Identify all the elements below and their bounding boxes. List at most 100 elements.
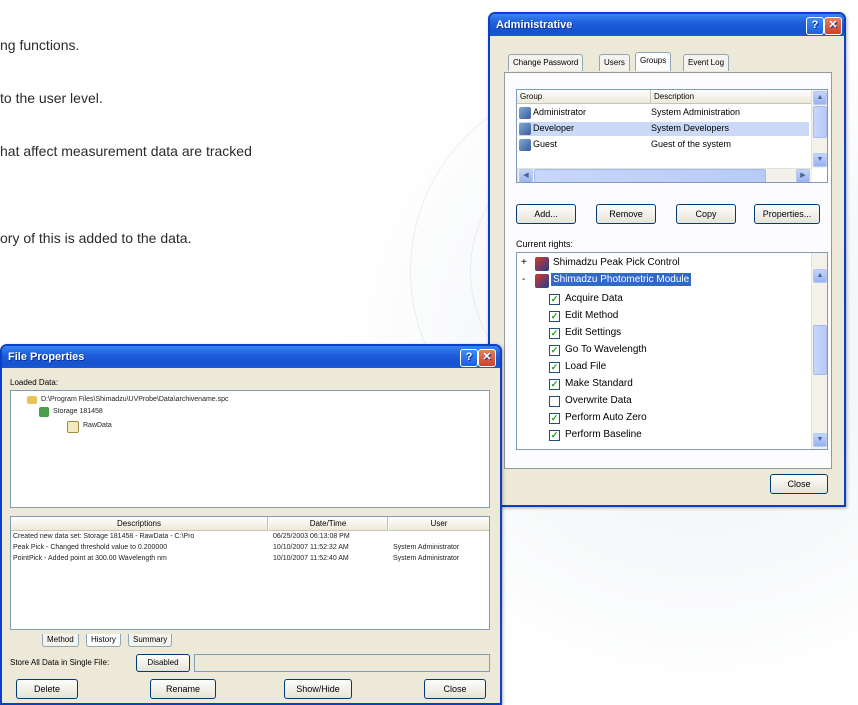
checkbox[interactable]: ✓: [549, 345, 560, 356]
checkbox[interactable]: ✓: [549, 379, 560, 390]
copy-button[interactable]: Copy: [676, 204, 736, 224]
group-description: System Developers: [651, 123, 730, 133]
checkbox[interactable]: ✓: [549, 328, 560, 339]
group-name: Developer: [533, 123, 575, 133]
tab-groups[interactable]: Groups: [635, 52, 672, 71]
right-item[interactable]: ✓ Acquire Data: [549, 292, 799, 307]
right-item[interactable]: ✓ Go To Wavelength: [549, 343, 799, 358]
tab-summary[interactable]: Summary: [128, 634, 173, 647]
tree-node-label: D:\Program Files\Shimadzu\UVProbe\Data\a…: [41, 396, 229, 403]
file-properties-window: File Properties ? ✕ Loaded Data: D:\Prog…: [0, 344, 502, 705]
scroll-down-icon[interactable]: ▼: [813, 433, 827, 447]
expand-icon[interactable]: +: [521, 257, 527, 268]
scroll-thumb[interactable]: [534, 169, 766, 182]
list-item[interactable]: Developer System Developers: [519, 122, 809, 136]
help-icon[interactable]: ?: [460, 349, 478, 367]
checkbox[interactable]: ✓: [549, 294, 560, 305]
right-label: Go To Wavelength: [565, 344, 647, 355]
tree-node[interactable]: - Shimadzu Photometric Module: [519, 273, 809, 289]
tab-event-log[interactable]: Event Log: [683, 54, 730, 71]
store-all-data-label: Store All Data in Single File:: [10, 658, 110, 667]
show-hide-button[interactable]: Show/Hide: [284, 679, 352, 699]
collapse-icon[interactable]: -: [522, 274, 525, 285]
tab-method[interactable]: Method: [42, 634, 79, 647]
group-description: System Administration: [651, 107, 741, 117]
doc-line: ory of this is added to the data.: [0, 230, 192, 246]
delete-button[interactable]: Delete: [16, 679, 78, 699]
group-icon: [519, 123, 531, 135]
history-description: Peak Pick - Changed threshold value to 0…: [13, 544, 168, 551]
checkbox[interactable]: ✓: [549, 430, 560, 441]
scroll-left-icon[interactable]: ◀: [519, 169, 533, 182]
close-button[interactable]: Close: [770, 474, 828, 494]
groups-vertical-scrollbar[interactable]: ▲ ▼: [811, 90, 827, 168]
right-label: Acquire Data: [565, 293, 623, 304]
right-label: Make Standard: [565, 378, 633, 389]
checkbox[interactable]: ✓: [549, 362, 560, 373]
properties-button[interactable]: Properties...: [754, 204, 820, 224]
history-table[interactable]: Descriptions Date/Time User Created new …: [10, 516, 490, 630]
column-header-description[interactable]: Description: [651, 90, 813, 104]
help-icon[interactable]: ?: [806, 17, 824, 35]
tab-change-password[interactable]: Change Password: [508, 54, 584, 71]
tree-node[interactable]: D:\Program Files\Shimadzu\UVProbe\Data\a…: [17, 395, 477, 407]
loaded-data-tree[interactable]: D:\Program Files\Shimadzu\UVProbe\Data\a…: [10, 390, 490, 508]
column-header-user[interactable]: User: [389, 517, 489, 531]
loaded-data-label: Loaded Data:: [10, 378, 59, 387]
administrative-titlebar[interactable]: Administrative ? ✕: [490, 14, 844, 36]
group-name: Guest: [533, 139, 558, 149]
tab-users[interactable]: Users: [599, 54, 630, 71]
scroll-right-icon[interactable]: ▶: [796, 169, 810, 182]
scroll-thumb[interactable]: [813, 325, 827, 375]
groups-list[interactable]: Group Description Administrator System A…: [516, 89, 828, 183]
tree-node[interactable]: RawData: [61, 421, 261, 433]
doc-line: to the user level.: [0, 90, 103, 106]
tree-node[interactable]: Storage 181458: [29, 407, 329, 419]
right-item[interactable]: ✓ Perform Baseline: [549, 428, 799, 443]
column-header-group[interactable]: Group: [517, 90, 651, 104]
right-item[interactable]: ✓ Make Standard: [549, 377, 799, 392]
table-row[interactable]: PointPick - Added point at 300.00 Wavele…: [11, 554, 489, 564]
history-description: Created new data set: Storage 181458 - R…: [13, 533, 195, 540]
checkbox[interactable]: ✓: [549, 311, 560, 322]
close-icon[interactable]: ✕: [478, 349, 496, 367]
right-label: Load File: [565, 361, 607, 372]
right-label: Perform Auto Zero: [565, 412, 647, 423]
tree-node-label: Shimadzu Peak Pick Control: [553, 257, 680, 268]
table-row[interactable]: Created new data set: Storage 181458 - R…: [11, 532, 489, 542]
close-icon[interactable]: ✕: [824, 17, 842, 35]
tree-node[interactable]: + Shimadzu Peak Pick Control: [519, 256, 809, 272]
scroll-up-icon[interactable]: ▲: [813, 269, 827, 283]
table-row[interactable]: Peak Pick - Changed threshold value to 0…: [11, 543, 489, 553]
remove-button[interactable]: Remove: [596, 204, 656, 224]
group-name: Administrator: [533, 107, 587, 117]
data-icon: [67, 421, 79, 433]
right-item[interactable]: ✓ Edit Method: [549, 309, 799, 324]
module-icon: [535, 274, 549, 288]
right-item[interactable]: ✓ Load File: [549, 360, 799, 375]
add-button[interactable]: Add...: [516, 204, 576, 224]
column-header-datetime[interactable]: Date/Time: [269, 517, 388, 531]
list-item[interactable]: Administrator System Administration: [519, 106, 809, 120]
scroll-thumb[interactable]: [813, 106, 827, 138]
column-header-descriptions[interactable]: Descriptions: [11, 517, 268, 531]
scroll-down-icon[interactable]: ▼: [813, 153, 827, 167]
group-description: Guest of the system: [651, 139, 732, 149]
checkbox[interactable]: ✓: [549, 413, 560, 424]
history-datetime: 06/25/2003 06:13:08 PM: [273, 533, 350, 540]
rights-vertical-scrollbar[interactable]: ▲ ▼: [811, 253, 827, 449]
rename-button[interactable]: Rename: [150, 679, 216, 699]
store-all-data-toggle[interactable]: Disabled: [136, 654, 190, 672]
right-item[interactable]: Overwrite Data: [549, 394, 799, 409]
file-properties-titlebar[interactable]: File Properties ? ✕: [2, 346, 500, 368]
rights-tree[interactable]: + Shimadzu Peak Pick Control - Shimadzu …: [516, 252, 828, 450]
list-item[interactable]: Guest Guest of the system: [519, 138, 809, 152]
scroll-up-icon[interactable]: ▲: [813, 91, 827, 105]
tab-history[interactable]: History: [86, 634, 121, 647]
groups-horizontal-scrollbar[interactable]: ◀ ▶: [517, 168, 812, 182]
close-button[interactable]: Close: [424, 679, 486, 699]
right-item[interactable]: ✓ Perform Auto Zero: [549, 411, 799, 426]
history-description: PointPick - Added point at 300.00 Wavele…: [13, 555, 167, 562]
right-item[interactable]: ✓ Edit Settings: [549, 326, 799, 341]
checkbox[interactable]: [549, 396, 560, 407]
